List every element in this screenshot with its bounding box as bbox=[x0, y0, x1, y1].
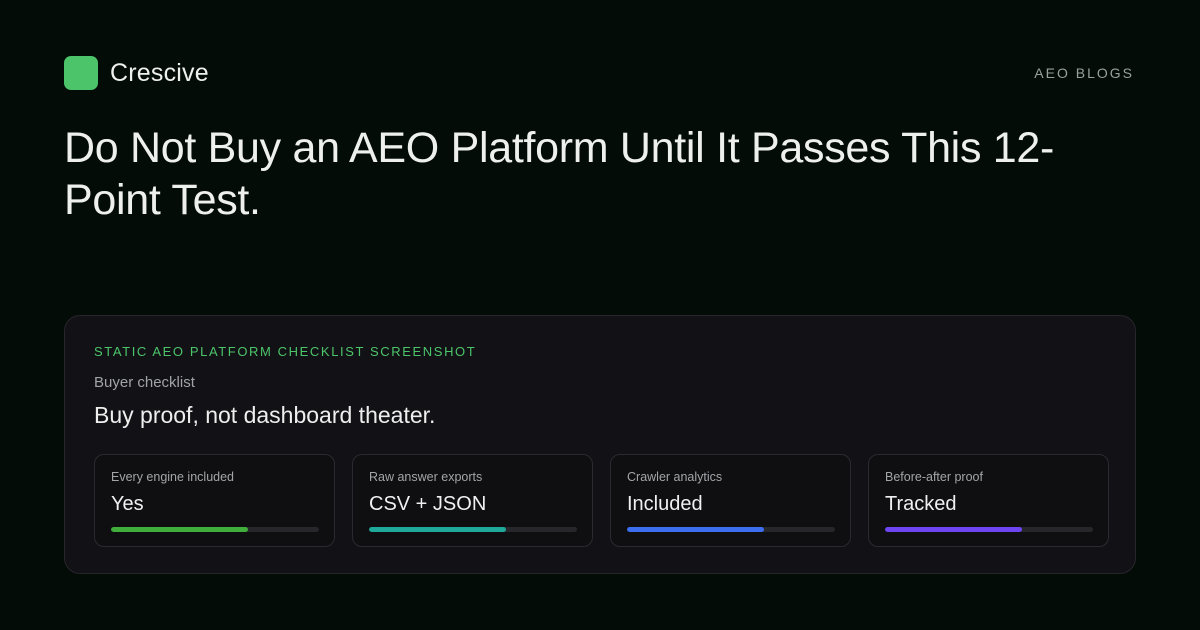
progress-fill bbox=[627, 527, 765, 532]
card-label: Crawler analytics bbox=[627, 470, 723, 484]
card-value: CSV + JSON bbox=[369, 493, 487, 515]
checklist-card-crawler: Crawler analytics Included bbox=[610, 454, 851, 547]
card-value: Included bbox=[627, 493, 703, 515]
card-label: Every engine included bbox=[111, 470, 234, 484]
progress-fill bbox=[885, 527, 1023, 532]
progress-track bbox=[369, 527, 577, 532]
brand-logo-icon bbox=[64, 56, 98, 90]
checklist-cards: Every engine included Yes Raw answer exp… bbox=[94, 454, 1109, 547]
panel-title: Buy proof, not dashboard theater. bbox=[94, 402, 436, 428]
panel-subhead: Buyer checklist bbox=[94, 374, 195, 391]
progress-track bbox=[111, 527, 319, 532]
progress-fill bbox=[369, 527, 507, 532]
card-label: Before-after proof bbox=[885, 470, 983, 484]
card-value: Tracked bbox=[885, 493, 957, 515]
nav-aeo-blogs-link[interactable]: AEO BLOGS bbox=[1034, 65, 1134, 81]
progress-fill bbox=[111, 527, 249, 532]
progress-track bbox=[627, 527, 835, 532]
brand-name: Crescive bbox=[110, 58, 209, 87]
page-title: Do Not Buy an AEO Platform Until It Pass… bbox=[64, 124, 1055, 224]
progress-track bbox=[885, 527, 1093, 532]
card-label: Raw answer exports bbox=[369, 470, 483, 484]
panel-eyebrow: STATIC AEO PLATFORM CHECKLIST SCREENSHOT bbox=[94, 344, 477, 359]
checklist-panel: STATIC AEO PLATFORM CHECKLIST SCREENSHOT… bbox=[64, 315, 1136, 574]
card-value: Yes bbox=[111, 493, 144, 515]
checklist-card-engines: Every engine included Yes bbox=[94, 454, 335, 547]
checklist-card-proof: Before-after proof Tracked bbox=[868, 454, 1109, 547]
brand[interactable]: Crescive bbox=[64, 56, 209, 90]
checklist-card-exports: Raw answer exports CSV + JSON bbox=[352, 454, 593, 547]
